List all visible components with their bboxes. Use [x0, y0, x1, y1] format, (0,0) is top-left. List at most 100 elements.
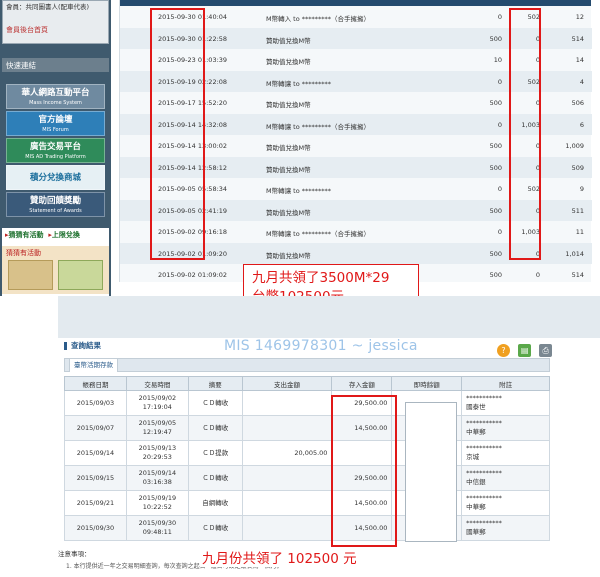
print-icon[interactable]: ⎙ — [539, 344, 553, 357]
transaction-description: M幣轉讓 to ********* — [266, 187, 332, 195]
transaction-description: M幣轉讓 to *********（合手擁擁） — [266, 230, 371, 238]
col-header-remark: 附註 — [461, 376, 550, 391]
banner-points-mall[interactable]: 積分兌換商城 — [6, 165, 105, 190]
transaction-amount: 0 — [497, 77, 502, 86]
statement-remark-text: 京城 — [466, 453, 480, 461]
blank-balance-box — [405, 402, 457, 542]
member-info-panel: 會員：共同圖書人(配車代表) 會員後台首頁 — [2, 0, 109, 44]
highlight-deposits-box — [331, 395, 397, 547]
activity-ad-title: 猜猜有活動 — [6, 249, 41, 257]
transaction-description: M幣轉讓 to ********* — [266, 79, 332, 88]
transaction-balance: 511 — [571, 206, 584, 215]
statement-time-text: 03:16:38 — [142, 478, 172, 486]
link-activities[interactable]: 猜猜有活動 — [9, 231, 44, 239]
statement-time-text: 10:22:52 — [142, 503, 172, 511]
statement-date: 2015/09/15 — [64, 465, 127, 491]
export-icon[interactable]: ▤ — [518, 344, 532, 357]
transaction-balance: 1,009 — [565, 142, 584, 150]
statement-row: 2015/09/30 2015/09/30 09:48:11 ＣＤ轉收 14,500.0… — [64, 515, 550, 541]
help-icon[interactable]: ? — [497, 344, 510, 357]
col-header-date: 帳務日期 — [64, 376, 127, 391]
statement-remark-text: *********** — [466, 419, 502, 427]
banner-subtitle: Mass Income System — [29, 100, 82, 106]
banner-title: 官方論壇 — [38, 115, 73, 125]
tab-twd-savings[interactable]: 臺幣活期存款 — [69, 358, 118, 372]
notes-title: 注意事項： — [58, 550, 91, 558]
banner-ad-trading[interactable]: 廣告交易平台 MIS AD Trading Platform — [6, 138, 105, 163]
statement-remark: *********** 中華郵 — [461, 415, 550, 441]
statement-row: 2015/09/15 2015/09/14 03:16:38 ＣＤ轉收 29,500.0… — [64, 465, 550, 491]
transaction-amount: 500 — [489, 249, 502, 258]
statement-time-text: 2015/09/05 — [138, 419, 177, 427]
statement-row: 2015/09/07 2015/09/05 12:19:47 ＣＤ轉收 14,500.0… — [64, 415, 550, 441]
statement-date-text: 2015/09/21 — [76, 498, 115, 507]
highlight-dates-box — [150, 8, 205, 260]
statement-summary: 自網轉收 — [187, 490, 243, 516]
statement-summary-text: ＣＤ轉收 — [202, 398, 229, 407]
statement-date: 2015/09/14 — [64, 440, 127, 466]
transaction-description: M幣轉讓 to *********（合手擁擁） — [266, 122, 371, 131]
member-home-link[interactable]: 會員後台首頁 — [6, 26, 105, 35]
transaction-amount: 500 — [489, 206, 502, 215]
statement-time: 2015/09/02 17:19:04 — [125, 390, 189, 416]
transaction-description: 贊助值兌換M幣 — [266, 144, 311, 152]
transaction-amount: 0 — [497, 185, 502, 193]
statement-withdrawal-text: 20,005.00 — [294, 448, 328, 457]
statement-table: 帳務日期 交易時間 摘要 支出金額 存入金額 即時餘額 附註 2015/09/0… — [64, 376, 550, 541]
bank-header-bar — [58, 296, 600, 338]
statement-time: 2015/09/05 12:19:47 — [125, 415, 189, 441]
banner-forum[interactable]: 官方論壇 MIS Forum — [6, 111, 105, 136]
link-cap-exchange[interactable]: 上限兌換 — [52, 231, 80, 239]
statement-withdrawal: 20,005.00 — [241, 440, 333, 466]
callout-line-1: 九月共領了3500M*29 — [252, 270, 390, 286]
statement-time-text: 20:29:53 — [142, 453, 172, 461]
transaction-balance: 11 — [575, 228, 584, 236]
ad-image — [58, 260, 103, 290]
activity-ad[interactable]: 猜猜有活動 — [2, 246, 109, 294]
ad-image — [8, 260, 53, 290]
statement-date-text: 2015/09/03 — [76, 398, 115, 407]
statement-summary-text: ＣＤ提款 — [202, 448, 229, 457]
statement-withdrawal — [241, 490, 333, 516]
statement-date-text: 2015/09/14 — [76, 448, 115, 457]
transaction-amount: 500 — [489, 271, 502, 279]
statement-date: 2015/09/07 — [64, 415, 127, 441]
statement-time-text: 17:19:04 — [142, 403, 172, 411]
banner-title: 贊助回饋獎勵 — [29, 196, 81, 206]
col-header-withdrawal: 支出金額 — [241, 376, 333, 391]
banner-mass-income[interactable]: 華人網路互動平台 Mass Income System — [6, 84, 105, 109]
transaction-amount: 0 — [497, 120, 502, 129]
transaction-amount: 500 — [489, 99, 502, 107]
statement-remark: *********** 國華郵 — [461, 515, 550, 541]
transaction-balance: 514 — [571, 34, 584, 43]
statement-summary-text: 自網轉收 — [202, 498, 229, 507]
activity-links: ▸猜猜有活動 ▸上限兌換 猜猜有活動 — [2, 228, 109, 296]
bank-statement-screenshot: 查詢結果 MIS 1469978301 ~ jessica ? ▤ ⎙ 臺幣活期… — [58, 296, 600, 577]
member-name: 會員：共同圖書人(配車代表) — [6, 3, 90, 11]
statement-date: 2015/09/30 — [64, 515, 127, 541]
statement-time-text: 2015/09/14 — [138, 469, 177, 477]
banner-title: 積分兌換商城 — [29, 173, 81, 183]
statement-time: 2015/09/14 03:16:38 — [125, 465, 189, 491]
statement-remark-text: 國泰世 — [466, 403, 486, 411]
toolbar-icons: ? ▤ ⎙ — [494, 340, 553, 359]
banner-subtitle: MIS Forum — [42, 127, 69, 133]
mis-transaction-screenshot: 會員：共同圖書人(配車代表) 會員後台首頁 快速連結 華人網路互動平台 Mass… — [0, 0, 600, 296]
watermark-text: MIS 1469978301 ~ jessica — [224, 338, 418, 354]
statement-summary-text: ＣＤ轉收 — [202, 423, 229, 432]
banner-title: 廣告交易平台 — [29, 142, 81, 152]
statement-summary: ＣＤ提款 — [187, 440, 243, 466]
col-header-balance: 即時餘額 — [391, 376, 463, 391]
statement-summary: ＣＤ轉收 — [187, 415, 243, 441]
activity-link-row: ▸猜猜有活動 ▸上限兌換 — [5, 231, 80, 239]
statement-time-text: 2015/09/02 — [138, 394, 177, 402]
banner-title: 華人網路互動平台 — [21, 88, 90, 98]
banner-awards[interactable]: 贊助回饋獎勵 Statement of Awards — [6, 192, 105, 217]
statement-summary: ＣＤ轉收 — [187, 465, 243, 491]
statement-date: 2015/09/03 — [64, 390, 127, 416]
transaction-datetime: 2015-09-02 01:09:02 — [158, 271, 228, 279]
quick-links-title: 快速連結 — [2, 58, 109, 72]
statement-withdrawal — [241, 390, 333, 416]
transaction-count: 0 — [535, 271, 540, 279]
statement-time: 2015/09/30 09:48:11 — [125, 515, 189, 541]
